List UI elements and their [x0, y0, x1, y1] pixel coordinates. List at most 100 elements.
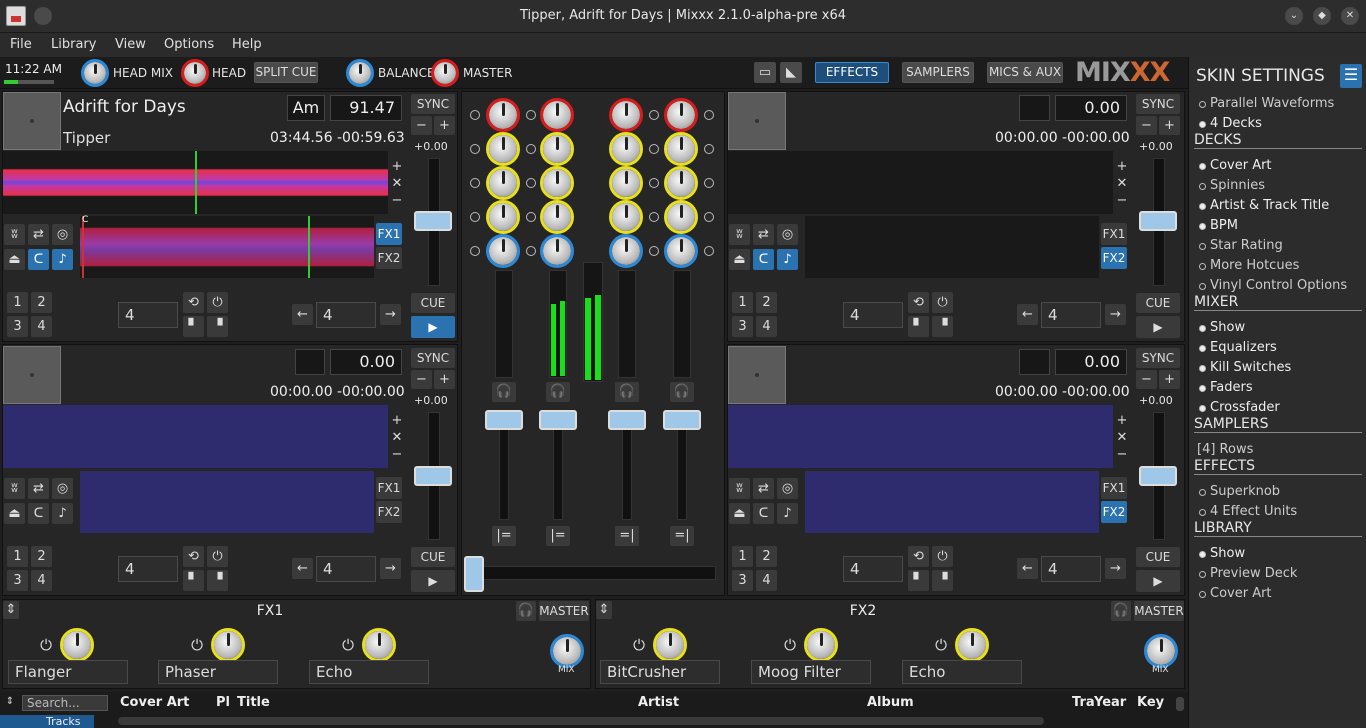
deck1-loop-icon[interactable]: ⟲ — [183, 292, 204, 313]
cassette-icon[interactable]: ▭ — [754, 62, 776, 83]
fx1-effect2-meta-knob[interactable] — [211, 628, 245, 662]
deck1-reloop-icon[interactable]: ⏻ — [207, 292, 228, 313]
deck2-beatjump-back-icon[interactable]: ← — [1017, 304, 1038, 325]
ch1-gain-knob[interactable] — [540, 98, 574, 132]
deck4-sync-button[interactable]: SYNC — [1136, 348, 1180, 368]
ch4-headphone-icon[interactable]: 🎧 — [670, 382, 694, 402]
ch1-headphone-icon[interactable]: 🎧 — [546, 382, 570, 402]
deck2-bpm[interactable]: 0.00 — [1055, 95, 1127, 121]
deck1-fx1-button[interactable]: FX1 — [376, 223, 402, 245]
ch3-mid-kill-button[interactable] — [470, 178, 480, 188]
library-collapse-icon[interactable]: ⇕ — [3, 696, 17, 707]
fx1-effect3-select[interactable]: Echo — [309, 660, 429, 684]
deck3-loop-in-icon[interactable]: ▘ — [183, 570, 204, 591]
ch4-mid-kill-button[interactable] — [704, 178, 714, 188]
deck2-hotcue-1[interactable]: 1 — [732, 292, 753, 313]
library-tree-tracks[interactable]: Tracks — [0, 715, 94, 728]
deck4-quantize-icon[interactable]: ʬ — [729, 478, 750, 499]
deck3-zoom-in-icon[interactable]: + — [391, 413, 403, 428]
deck3-cover-art[interactable] — [3, 346, 61, 404]
maximize-button[interactable]: ◆ — [1313, 7, 1331, 25]
deck2-loop-out-icon[interactable]: ▝ — [932, 316, 953, 337]
setting-mixer-0[interactable]: Show — [1198, 320, 1245, 335]
ch2-headphone-icon[interactable]: 🎧 — [615, 382, 639, 402]
deck4-beatloop-size[interactable]: 4 — [843, 556, 903, 582]
deck2-zoom-out-icon[interactable]: − — [1116, 193, 1128, 208]
deck1-sync-button[interactable]: SYNC — [411, 94, 455, 114]
deck2-loop-icon[interactable]: ⟲ — [908, 292, 929, 313]
deck3-beatjump-back-icon[interactable]: ← — [292, 558, 313, 579]
deck4-play-button[interactable]: ▶ — [1136, 570, 1180, 592]
ch1-high-knob[interactable] — [540, 132, 574, 166]
fx2-headphone-icon[interactable]: 🎧 — [1111, 601, 1131, 621]
deck1-zoom-reset-icon[interactable]: ✕ — [391, 176, 403, 191]
deck2-zoom-in-icon[interactable]: + — [1116, 159, 1128, 174]
fx2-mix-knob[interactable] — [1144, 634, 1178, 668]
deck2-vinyl-icon[interactable]: ◎ — [777, 224, 798, 245]
deck3-scrolling-waveform[interactable] — [3, 405, 388, 468]
deck4-zoom-out-icon[interactable]: − — [1116, 447, 1128, 462]
deck1-loop-out-icon[interactable]: ▝ — [207, 316, 228, 337]
fx1-effect3-power-icon[interactable]: ⏻ — [339, 636, 357, 654]
deck2-hotcue-4[interactable]: 4 — [756, 316, 777, 337]
ch3-high-knob[interactable] — [486, 132, 520, 166]
deck2-cue-button[interactable]: CUE — [1136, 293, 1180, 313]
deck2-sync-button[interactable]: SYNC — [1136, 94, 1180, 114]
ch2-high-knob[interactable] — [609, 132, 643, 166]
setting-mixer-2[interactable]: Kill Switches — [1198, 360, 1291, 375]
ch3-volume-fader[interactable] — [499, 418, 509, 520]
ch1-filter-kill-button[interactable] — [526, 246, 536, 256]
mics-aux-toggle[interactable]: MICS & AUX — [987, 62, 1063, 83]
effects-toggle[interactable]: EFFECTS — [815, 62, 889, 83]
deck1-key-icon[interactable]: ♪ — [52, 249, 73, 270]
deck1-rate-down[interactable]: − — [411, 116, 432, 135]
ch3-volume-handle[interactable] — [485, 410, 523, 430]
head-mix-knob[interactable] — [81, 59, 109, 87]
deck3-pitch-handle[interactable] — [414, 466, 452, 486]
ch4-high-kill-button[interactable] — [704, 144, 714, 154]
fx1-effect2-select[interactable]: Phaser — [158, 660, 278, 684]
menu-file[interactable]: File — [10, 37, 32, 52]
deck3-vinyl-icon[interactable]: ◎ — [52, 478, 73, 499]
setting-decks-5[interactable]: More Hotcues — [1198, 258, 1299, 273]
fx1-effect1-meta-knob[interactable] — [60, 628, 94, 662]
deck4-vinyl-icon[interactable]: ◎ — [777, 478, 798, 499]
deck4-hotcue-4[interactable]: 4 — [756, 570, 777, 591]
ch4-high-knob[interactable] — [664, 132, 698, 166]
deck1-cue-button[interactable]: CUE — [411, 293, 455, 313]
deck2-loop-in-icon[interactable]: ▘ — [908, 316, 929, 337]
fx2-effect3-power-icon[interactable]: ⏻ — [932, 636, 950, 654]
deck1-beatloop-size[interactable]: 4 — [118, 302, 178, 328]
fx1-effect1-select[interactable]: Flanger — [8, 660, 128, 684]
deck2-repeat-icon[interactable]: ⇄ — [753, 224, 774, 245]
deck4-rate-down[interactable]: − — [1136, 370, 1157, 389]
deck1-hotcue-2[interactable]: 2 — [31, 292, 52, 313]
deck1-hotcue-1[interactable]: 1 — [7, 292, 28, 313]
ch2-gain-knob[interactable] — [609, 98, 643, 132]
hamburger-menu-icon[interactable]: ☰ — [1340, 64, 1362, 88]
deck4-keylock-icon[interactable]: ᑕ — [753, 503, 774, 524]
fx1-master-button[interactable]: MASTER — [539, 601, 589, 621]
deck2-beatjump-size[interactable]: 4 — [1041, 302, 1101, 328]
deck3-hotcue-4[interactable]: 4 — [31, 570, 52, 591]
deck3-zoom-out-icon[interactable]: − — [391, 447, 403, 462]
deck1-overview-waveform[interactable] — [80, 216, 374, 278]
deck1-quantize-icon[interactable]: ʬ — [4, 224, 25, 245]
ch1-filter-knob[interactable] — [540, 234, 574, 268]
deck3-hotcue-2[interactable]: 2 — [31, 546, 52, 567]
column-title[interactable]: Title — [237, 695, 270, 710]
deck4-fx2-button[interactable]: FX2 — [1101, 501, 1127, 523]
ch2-orientation-icon[interactable]: =| — [615, 526, 639, 546]
setting-effects-0[interactable]: Superknob — [1198, 484, 1280, 499]
deck1-bpm[interactable]: 91.47 — [330, 95, 402, 121]
ch2-mid-knob[interactable] — [609, 166, 643, 200]
deck4-hotcue-1[interactable]: 1 — [732, 546, 753, 567]
samplers-toggle[interactable]: SAMPLERS — [902, 62, 974, 83]
fx1-collapse-icon[interactable]: ⇕ — [3, 601, 19, 619]
deck1-cover-art[interactable] — [3, 92, 61, 150]
deck4-rate-up[interactable]: + — [1159, 370, 1180, 389]
ch1-volume-fader[interactable] — [553, 418, 563, 520]
deck4-beatjump-size[interactable]: 4 — [1041, 556, 1101, 582]
fx2-master-button[interactable]: MASTER — [1134, 601, 1184, 621]
deck3-fx1-button[interactable]: FX1 — [376, 477, 402, 499]
